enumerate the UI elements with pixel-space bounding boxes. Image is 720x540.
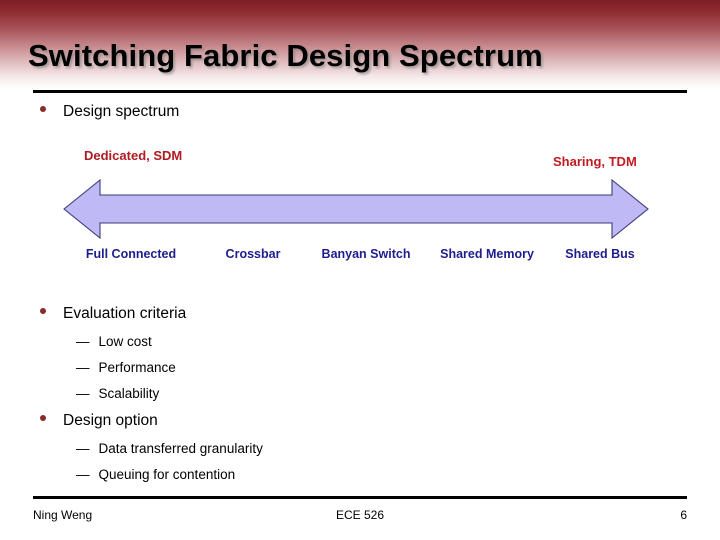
bullet-design-option-label: Design option xyxy=(63,412,158,429)
slide-footer: Ning Weng ECE 526 6 xyxy=(33,508,687,528)
bullet-design-spectrum: Design spectrum xyxy=(40,103,179,121)
footer-course: ECE 526 xyxy=(335,508,385,522)
spectrum-tick-shared-bus: Shared Bus xyxy=(565,247,635,261)
double-headed-arrow-icon xyxy=(60,178,652,240)
page-title: Switching Fabric Design Spectrum xyxy=(28,38,543,73)
footer-author: Ning Weng xyxy=(33,508,93,522)
bullet-design-spectrum-label: Design spectrum xyxy=(63,103,180,120)
sub-bullet-scalability-label: Scalability xyxy=(98,386,160,401)
em-dash-icon: — xyxy=(76,360,90,375)
sub-bullet-data-granularity: — Data transferred granularity xyxy=(76,441,263,456)
spectrum-tick-banyan-switch: Banyan Switch xyxy=(321,247,411,261)
spectrum-right-end-label: Sharing, TDM xyxy=(553,154,637,169)
sub-bullet-queuing-contention: — Queuing for contention xyxy=(76,467,235,482)
spectrum-tick-crossbar: Crossbar xyxy=(225,247,281,261)
spectrum-tick-shared-memory: Shared Memory xyxy=(440,247,534,261)
em-dash-icon: — xyxy=(76,334,90,349)
bullet-evaluation-criteria: Evaluation criteria xyxy=(40,305,186,323)
sub-bullet-scalability: — Scalability xyxy=(76,386,159,401)
bullet-design-option: Design option xyxy=(40,412,158,430)
em-dash-icon: — xyxy=(76,441,90,456)
footer-page-number: 6 xyxy=(680,508,687,522)
footer-divider-rule xyxy=(33,496,687,499)
spectrum-tick-full-connected: Full Connected xyxy=(85,247,177,261)
sub-bullet-queuing-contention-label: Queuing for contention xyxy=(98,467,236,482)
spectrum-tick-labels: Full Connected Crossbar Banyan Switch Sh… xyxy=(0,247,720,269)
sub-bullet-performance-label: Performance xyxy=(98,360,176,375)
sub-bullet-low-cost-label: Low cost xyxy=(98,334,152,349)
bullet-dot-icon xyxy=(40,415,46,421)
bullet-dot-icon xyxy=(40,308,46,314)
bullet-dot-icon xyxy=(40,106,46,112)
sub-bullet-low-cost: — Low cost xyxy=(76,334,152,349)
spectrum-left-end-label: Dedicated, SDM xyxy=(84,148,183,163)
sub-bullet-data-granularity-label: Data transferred granularity xyxy=(98,441,263,456)
design-spectrum-diagram: Dedicated, SDM Sharing, TDM Full Connect… xyxy=(0,140,720,275)
slide-canvas: Switching Fabric Design Spectrum Design … xyxy=(0,0,720,540)
em-dash-icon: — xyxy=(76,386,90,401)
em-dash-icon: — xyxy=(76,467,90,482)
title-divider-rule xyxy=(33,90,687,93)
bullet-evaluation-criteria-label: Evaluation criteria xyxy=(63,305,187,322)
sub-bullet-performance: — Performance xyxy=(76,360,176,375)
